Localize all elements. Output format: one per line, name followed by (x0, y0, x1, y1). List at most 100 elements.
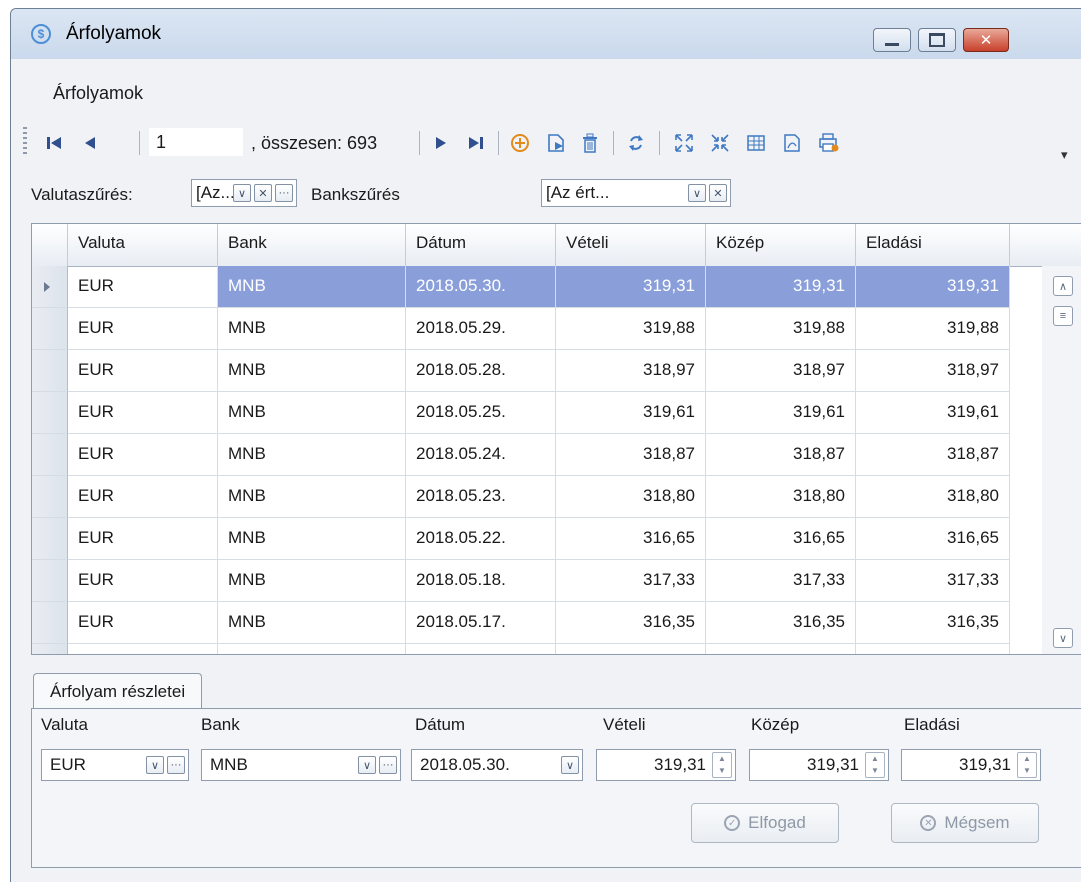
cell-eladasi[interactable]: 316,65 (856, 518, 1010, 560)
chevron-down-icon[interactable]: ∨ (688, 184, 706, 202)
clear-icon[interactable]: ✕ (709, 184, 727, 202)
veteli-spinner[interactable]: 319,31 ▲ ▼ (596, 749, 736, 781)
next-record-icon[interactable] (428, 131, 454, 155)
column-header-veteli[interactable]: Vételi (556, 224, 706, 266)
menu-item-arfolyamok[interactable]: Árfolyamok (53, 83, 143, 104)
cell-kozep[interactable]: 317,33 (706, 560, 856, 602)
eladasi-spinner[interactable]: 319,31 ▲ ▼ (901, 749, 1041, 781)
cell-valuta[interactable]: EUR (68, 308, 218, 350)
spinner-arrows-icon[interactable]: ▲ ▼ (1017, 752, 1037, 778)
scroll-up-icon[interactable]: ∧ (1053, 276, 1073, 296)
previous-record-icon[interactable] (77, 131, 103, 155)
add-record-icon[interactable] (507, 130, 533, 156)
cell-eladasi[interactable]: 318,97 (856, 350, 1010, 392)
cell-veteli[interactable]: 319,88 (556, 308, 706, 350)
print-preview-icon[interactable] (815, 130, 843, 156)
cell-datum[interactable]: 2018.05.23. (406, 476, 556, 518)
table-row[interactable]: EUR MNB 2018.05.30. 319,31 319,31 319,31 (32, 266, 1042, 308)
cell-datum[interactable]: 2018.05.28. (406, 350, 556, 392)
cell-veteli[interactable]: 316,35 (556, 602, 706, 644)
bank-filter-combo[interactable]: [Az ért... ∨ ✕ (541, 179, 731, 207)
column-header-valuta[interactable]: Valuta (68, 224, 218, 266)
table-row[interactable]: EUR MNB 2018.05.24. 318,87 318,87 318,87 (32, 434, 1042, 476)
datum-picker[interactable]: 2018.05.30. ∨ (411, 749, 583, 781)
cell-valuta[interactable]: EUR (68, 518, 218, 560)
cell-bank[interactable]: MNB (218, 308, 406, 350)
ellipsis-icon[interactable]: ··· (379, 756, 397, 774)
row-indicator[interactable] (32, 308, 68, 350)
export-pdf-icon[interactable] (779, 130, 805, 156)
toolbar-grip[interactable] (23, 127, 27, 155)
cell-eladasi[interactable]: 316,35 (856, 602, 1010, 644)
cell-datum[interactable]: 2018.05.17. (406, 602, 556, 644)
valuta-select[interactable]: EUR ∨ ··· (41, 749, 189, 781)
cell-bank[interactable]: MNB (218, 266, 406, 308)
column-header-datum[interactable]: Dátum (406, 224, 556, 266)
ellipsis-icon[interactable]: ··· (275, 184, 293, 202)
cell-eladasi[interactable]: 319,61 (856, 392, 1010, 434)
collapse-icon[interactable] (707, 130, 733, 156)
cell-eladasi[interactable]: 319,88 (856, 308, 1010, 350)
cell-datum[interactable]: 2018.05.29. (406, 308, 556, 350)
cell-kozep[interactable]: 316,65 (706, 518, 856, 560)
cell-valuta[interactable]: EUR (68, 560, 218, 602)
cell-eladasi[interactable]: 317,33 (856, 560, 1010, 602)
first-record-icon[interactable] (41, 131, 67, 155)
cell-kozep[interactable]: 319,31 (706, 266, 856, 308)
chevron-down-icon[interactable]: ∨ (233, 184, 251, 202)
spinner-arrows-icon[interactable]: ▲ ▼ (712, 752, 732, 778)
cell-valuta[interactable]: EUR (68, 266, 218, 308)
row-indicator[interactable] (32, 602, 68, 644)
kozep-spinner[interactable]: 319,31 ▲ ▼ (749, 749, 889, 781)
cell-veteli[interactable]: 319,31 (556, 266, 706, 308)
table-row[interactable]: EUR MNB 2018.05.25. 319,61 319,61 319,61 (32, 392, 1042, 434)
cell-datum[interactable]: 2018.05.30. (406, 266, 556, 308)
cell-valuta[interactable]: EUR (68, 434, 218, 476)
table-row[interactable]: EUR MNB 2018.05.17. 316,35 316,35 316,35 (32, 602, 1042, 644)
cancel-button[interactable]: ✕ Mégsem (891, 803, 1039, 843)
cell-veteli[interactable]: 317,33 (556, 560, 706, 602)
cell-veteli[interactable]: 319,61 (556, 392, 706, 434)
row-indicator[interactable] (32, 434, 68, 476)
cell-eladasi[interactable]: 318,80 (856, 476, 1010, 518)
expand-icon[interactable] (671, 130, 697, 156)
cell-veteli[interactable]: 318,97 (556, 350, 706, 392)
title-bar[interactable]: $ Árfolyamok ✕ (11, 9, 1081, 59)
cell-bank[interactable]: MNB (218, 476, 406, 518)
delete-record-icon[interactable] (577, 130, 603, 156)
row-indicator[interactable] (32, 518, 68, 560)
table-row[interactable]: EUR MNB 2018.05.29. 319,88 319,88 319,88 (32, 308, 1042, 350)
cell-datum[interactable]: 2018.05.22. (406, 518, 556, 560)
row-indicator[interactable] (32, 392, 68, 434)
toolbar-overflow-icon[interactable]: ▾ (1061, 147, 1068, 163)
cell-valuta[interactable]: EUR (68, 602, 218, 644)
row-indicator[interactable] (32, 476, 68, 518)
edit-record-icon[interactable] (543, 130, 569, 156)
rates-grid[interactable]: Valuta Bank Dátum Vételi Közép Eladási E… (31, 223, 1081, 655)
row-indicator[interactable] (32, 266, 68, 308)
minimize-button[interactable] (873, 28, 911, 52)
maximize-button[interactable] (918, 28, 956, 52)
cell-bank[interactable]: MNB (218, 560, 406, 602)
bank-select[interactable]: MNB ∨ ··· (201, 749, 401, 781)
cell-valuta[interactable]: EUR (68, 350, 218, 392)
accept-button[interactable]: ✓ Elfogad (691, 803, 839, 843)
table-row[interactable] (32, 644, 1042, 654)
cell-kozep[interactable]: 318,80 (706, 476, 856, 518)
cell-bank[interactable]: MNB (218, 392, 406, 434)
column-header-kozep[interactable]: Közép (706, 224, 856, 266)
row-indicator[interactable] (32, 560, 68, 602)
cell-kozep[interactable]: 318,87 (706, 434, 856, 476)
cell-valuta[interactable]: EUR (68, 476, 218, 518)
cell-kozep[interactable]: 318,97 (706, 350, 856, 392)
cell-kozep[interactable]: 316,35 (706, 602, 856, 644)
refresh-icon[interactable] (623, 130, 649, 156)
cell-kozep[interactable]: 319,61 (706, 392, 856, 434)
chevron-down-icon[interactable]: ∨ (146, 756, 164, 774)
cell-bank[interactable]: MNB (218, 518, 406, 560)
column-header-bank[interactable]: Bank (218, 224, 406, 266)
scroll-thumb[interactable]: ≡ (1053, 306, 1073, 326)
column-header-eladasi[interactable]: Eladási (856, 224, 1010, 266)
cell-datum[interactable]: 2018.05.18. (406, 560, 556, 602)
record-number-input[interactable]: 1 (149, 128, 243, 156)
